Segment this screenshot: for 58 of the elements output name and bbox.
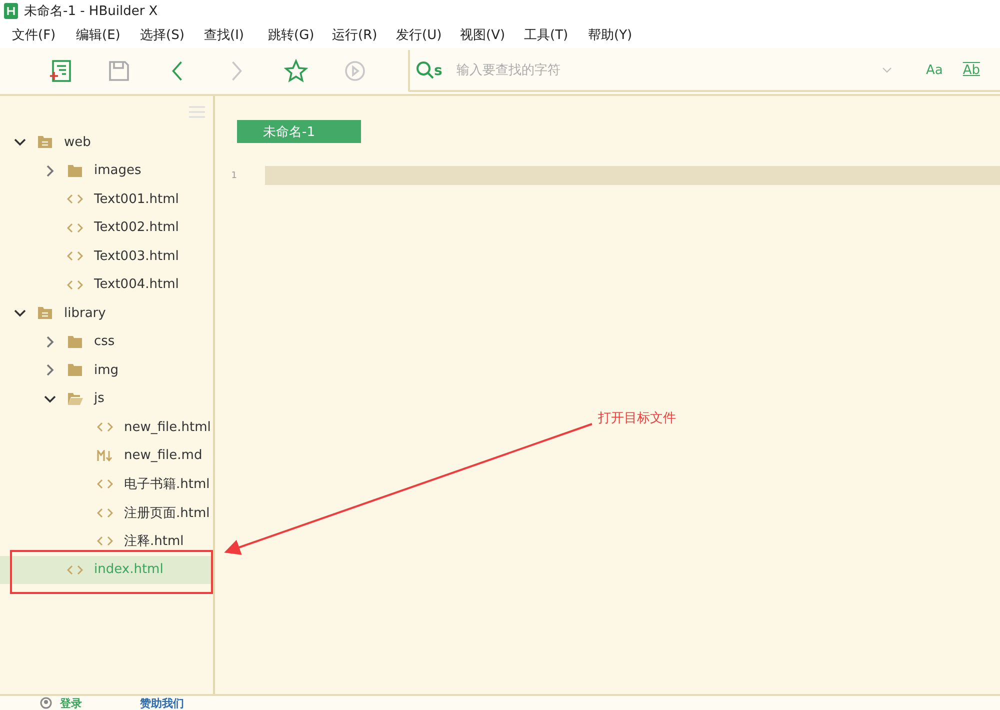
file-tree-item[interactable]: img xyxy=(0,356,213,384)
markdown-icon xyxy=(97,450,113,462)
menu-item[interactable]: 文件(F) xyxy=(12,26,76,44)
code-file-icon xyxy=(97,479,113,490)
file-tree-item[interactable]: css xyxy=(0,328,213,356)
play-icon xyxy=(342,59,366,83)
chevron-right-icon[interactable] xyxy=(44,336,56,348)
folder-icon xyxy=(68,364,82,376)
window-title: 未命名-1 - HBuilder X xyxy=(24,3,158,20)
code-file-icon xyxy=(67,194,83,204)
code-file-icon xyxy=(67,251,83,262)
menu-item[interactable]: 视图(V) xyxy=(460,26,524,44)
file-tree-item[interactable]: 电子书籍.html xyxy=(0,470,213,498)
code-file-icon xyxy=(97,422,113,432)
menu-item[interactable]: 查找(I) xyxy=(204,26,268,44)
open-folder-icon xyxy=(68,392,82,405)
file-tree-item[interactable]: images xyxy=(0,156,213,185)
app-logo-icon xyxy=(4,3,18,19)
sponsor-link[interactable]: 赞助我们 xyxy=(140,696,184,710)
file-tree-item[interactable]: js xyxy=(0,384,213,413)
annotation-label: 打开目标文件 xyxy=(598,410,676,427)
code-file-icon xyxy=(97,508,113,518)
menu-item[interactable]: 工具(T) xyxy=(524,26,588,44)
star-icon xyxy=(284,59,308,83)
new-file-icon xyxy=(48,59,72,83)
menu-item[interactable]: 发行(U) xyxy=(396,26,460,44)
line-number: 1 xyxy=(230,170,238,180)
save-icon xyxy=(106,59,130,83)
folder-icon xyxy=(68,164,82,177)
menu-item[interactable]: 选择(S) xyxy=(140,26,204,44)
menu-item[interactable]: 编辑(E) xyxy=(76,26,140,44)
menu-item[interactable]: 跳转(G) xyxy=(268,26,332,44)
code-file-icon xyxy=(97,536,113,546)
code-file-icon xyxy=(67,280,83,290)
chevron-down-icon[interactable] xyxy=(14,136,26,148)
dropdown-caret-icon[interactable] xyxy=(882,67,892,73)
file-tree-item[interactable]: library xyxy=(0,299,213,328)
menu-item[interactable]: 帮助(Y) xyxy=(588,26,652,44)
folder-icon xyxy=(38,136,52,148)
chevron-right-icon[interactable] xyxy=(44,364,56,376)
file-tree-item[interactable]: new_file.md xyxy=(0,442,213,470)
chevron-right-icon[interactable] xyxy=(44,164,56,177)
file-tree-item[interactable]: new_file.html xyxy=(0,413,213,442)
file-tree-item[interactable]: Text003.html xyxy=(0,242,213,270)
chevron-down-icon[interactable] xyxy=(14,307,26,320)
user-icon[interactable] xyxy=(40,697,52,709)
file-tree-item[interactable]: web xyxy=(0,128,213,156)
file-tree-item[interactable]: 注释.html xyxy=(0,527,213,556)
file-tree-item[interactable]: 注册页面.html xyxy=(0,498,213,527)
file-tree-item[interactable]: Text001.html xyxy=(0,185,213,214)
menu-item[interactable]: 运行(R) xyxy=(332,26,396,44)
folder-icon xyxy=(38,307,52,320)
file-tree-item[interactable]: Text002.html xyxy=(0,214,213,242)
search-field[interactable]: 输入要查找的字符 xyxy=(454,62,882,78)
code-file-icon xyxy=(67,222,83,233)
file-tree-item[interactable]: Text004.html xyxy=(0,270,213,299)
code-file-icon xyxy=(67,564,83,575)
folder-icon xyxy=(68,336,82,348)
